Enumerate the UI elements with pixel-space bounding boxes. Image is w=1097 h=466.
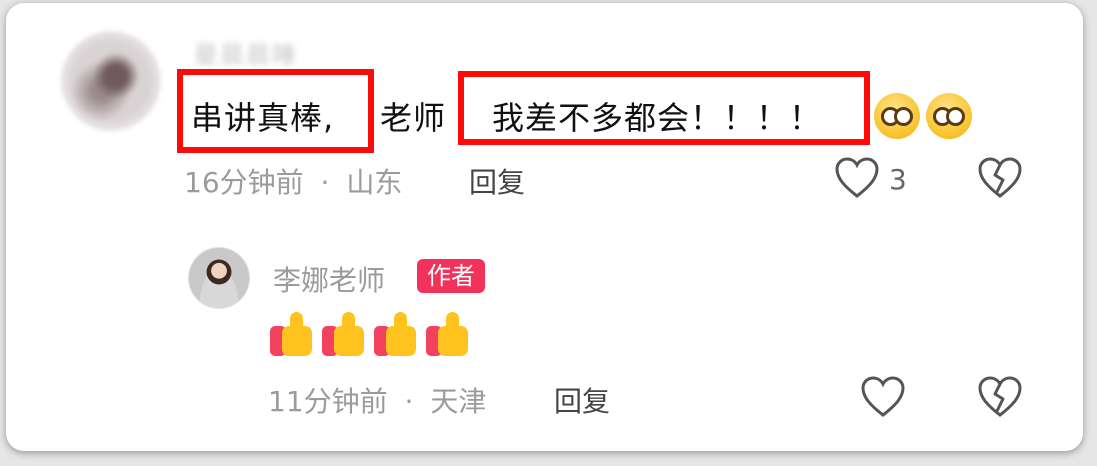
- heart-icon: [861, 376, 905, 417]
- author-name[interactable]: 李娜老师: [273, 259, 385, 299]
- reply-button[interactable]: 回复: [469, 161, 525, 201]
- dislike-button[interactable]: [977, 375, 1023, 419]
- like-button[interactable]: [860, 375, 906, 419]
- emoji-group: [868, 93, 972, 139]
- meta-separator: ·: [320, 166, 330, 199]
- comment-card: 曼晨晨睡 串讲真棒, 老师 我差不多都会！！！！ 16分钟前 · 山东 回复 3…: [6, 3, 1083, 451]
- reply-meta: 11分钟前 · 天津: [268, 380, 486, 420]
- pleading-face-icon: [926, 93, 972, 139]
- thumbs-up-icon: [270, 312, 314, 356]
- comment-text: 串讲真棒,: [191, 93, 334, 139]
- comment-segment: 我差不多都会！！！！: [492, 99, 823, 137]
- comment-segment: 老师: [380, 99, 447, 137]
- broken-heart-icon: [978, 157, 1022, 198]
- thumbs-up-icon: [322, 312, 366, 356]
- comment-time: 16分钟前: [184, 166, 304, 199]
- comment-text: 老师: [380, 93, 446, 139]
- broken-heart-icon: [978, 376, 1022, 417]
- thumbs-up-icon: [374, 312, 418, 356]
- like-count: 3: [889, 163, 907, 196]
- author-avatar[interactable]: [188, 247, 250, 309]
- pleading-face-icon: [874, 93, 920, 139]
- meta-separator: ·: [404, 385, 414, 418]
- reply-location: 天津: [430, 385, 487, 418]
- comment-text: 我差不多都会！！！！: [492, 93, 822, 139]
- like-button[interactable]: [834, 156, 880, 200]
- thumbs-up-icon: [426, 312, 470, 356]
- dislike-button[interactable]: [977, 156, 1023, 200]
- reply-time: 11分钟前: [268, 385, 388, 418]
- reply-button[interactable]: 回复: [554, 380, 610, 420]
- reply-content: [270, 312, 478, 360]
- heart-icon: [835, 157, 879, 198]
- author-badge: 作者: [417, 259, 485, 293]
- comment-segment: 串讲真棒,: [191, 99, 335, 137]
- username[interactable]: 曼晨晨睡: [194, 35, 298, 70]
- comment-meta: 16分钟前 · 山东: [184, 161, 402, 201]
- avatar[interactable]: [61, 31, 161, 131]
- comment-location: 山东: [346, 166, 403, 199]
